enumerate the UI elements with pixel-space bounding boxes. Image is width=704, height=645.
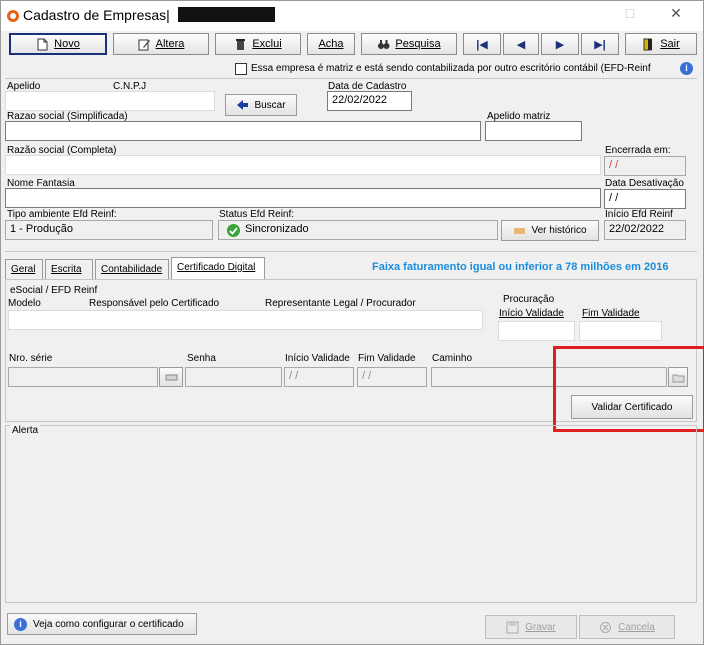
nro-serie-label: Nro. série: [9, 353, 53, 364]
pesquisa-button[interactable]: Pesquisa: [361, 33, 457, 55]
data-cadastro-field[interactable]: 22/02/2022: [327, 91, 412, 111]
buscar-button[interactable]: Buscar: [225, 94, 297, 116]
modelo-responsavel-field[interactable]: [8, 310, 483, 330]
encerrada-label: Encerrada em:: [605, 145, 671, 156]
close-button[interactable]: ✕: [661, 5, 691, 22]
razao-completa-field[interactable]: [5, 155, 601, 175]
encerrada-field: / /: [604, 156, 686, 176]
status-efd-field: Sincronizado: [218, 220, 498, 240]
responsavel-label: Responsável pelo Certificado: [89, 298, 220, 309]
tipo-ambiente-field: 1 - Produção: [5, 220, 213, 240]
edit-icon: [138, 39, 150, 50]
esocial-label: eSocial / EFD Reinf: [10, 285, 98, 296]
status-efd-value: Sincronizado: [245, 223, 309, 235]
altera-button[interactable]: Altera: [113, 33, 209, 55]
red-highlight-box: [553, 346, 704, 432]
data-desativacao-label: Data Desativação: [605, 178, 684, 189]
binoculars-icon: [378, 39, 390, 49]
divider: [5, 78, 697, 79]
tipo-ambiente-label: Tipo ambiente Efd Reinf:: [7, 209, 117, 220]
nro-serie-field: [8, 367, 158, 387]
procuracao-inicio-label: Início Validade: [499, 308, 564, 319]
window-title: Cadastro de Empresas|: [23, 7, 170, 23]
alerta-box: [5, 425, 697, 603]
apelido-cnpj-field[interactable]: [5, 91, 215, 111]
caminho-label: Caminho: [432, 353, 473, 364]
prev-record-button[interactable]: ◀: [503, 33, 539, 55]
inicio-validade-label: Início Validade: [285, 353, 350, 364]
faixa-faturamento-text: Faixa faturamento igual ou inferior a 78…: [372, 261, 669, 273]
divider: [5, 251, 697, 252]
procuracao-fim-label: Fim Validade: [582, 308, 640, 319]
procuracao-fim-field[interactable]: [579, 321, 662, 341]
title-bar: Cadastro de Empresas| □ ✕: [1, 1, 703, 31]
fim-validade-field: / /: [357, 367, 427, 387]
next-record-button[interactable]: ▶: [541, 33, 579, 55]
apelido-matriz-field[interactable]: [485, 121, 582, 141]
nome-fantasia-field[interactable]: [5, 188, 601, 208]
status-efd-label: Status Efd Reinf:: [219, 209, 295, 220]
data-desativacao-field[interactable]: / /: [604, 189, 686, 209]
gravar-button[interactable]: Gravar: [485, 615, 577, 639]
veja-como-configurar-button[interactable]: i Veja como configurar o certificado: [7, 613, 197, 635]
info-icon[interactable]: i: [680, 62, 693, 75]
redacted-company-name: [178, 7, 275, 22]
matriz-checkbox[interactable]: [235, 63, 247, 75]
inicio-efd-field: 22/02/2022: [604, 220, 686, 240]
procuracao-inicio-field[interactable]: [498, 321, 575, 341]
fim-validade-label: Fim Validade: [358, 353, 416, 364]
search-arrow-icon: [237, 99, 249, 110]
info-icon: i: [14, 617, 27, 631]
tab-contabilidade[interactable]: Contabilidade: [95, 259, 169, 279]
cancel-icon: [600, 621, 612, 633]
toolbar: Novo Altera Exclui Acha Pesquisa |◀ ◀ ▶ …: [5, 31, 701, 57]
history-folder-icon: [514, 228, 526, 234]
razao-simplificada-field[interactable]: [5, 121, 481, 141]
tab-geral[interactable]: Geral: [5, 259, 43, 279]
modelo-label: Modelo: [8, 298, 41, 309]
senha-field: [185, 367, 282, 387]
procuracao-label: Procuração: [503, 294, 555, 305]
cancela-button[interactable]: Cancela: [579, 615, 675, 639]
inicio-efd-label: Início Efd Reinf: [605, 209, 673, 220]
exclui-button[interactable]: Exclui: [215, 33, 301, 55]
representante-label: Representante Legal / Procurador: [265, 298, 416, 309]
acha-button[interactable]: Acha: [307, 33, 355, 55]
first-record-button[interactable]: |◀: [463, 33, 501, 55]
novo-button[interactable]: Novo: [9, 33, 107, 55]
senha-label: Senha: [187, 353, 216, 364]
new-document-icon: [37, 38, 48, 50]
sair-button[interactable]: Sair: [625, 33, 697, 55]
last-record-button[interactable]: ▶|: [581, 33, 619, 55]
select-certificate-button[interactable]: [159, 367, 183, 387]
exit-door-icon: [643, 38, 653, 50]
cadastro-empresas-window: Cadastro de Empresas| □ ✕ Novo Altera Ex…: [0, 0, 704, 645]
alerta-label: Alerta: [10, 425, 41, 436]
check-circle-icon: [227, 224, 240, 237]
minimize-button[interactable]: □: [615, 5, 645, 21]
inicio-validade-field: / /: [284, 367, 354, 387]
ver-historico-button[interactable]: Ver histórico: [501, 220, 599, 241]
app-logo-icon: [7, 10, 19, 22]
certificate-card-icon: [165, 374, 177, 380]
save-disk-icon: [506, 621, 519, 633]
trash-icon: [236, 38, 246, 50]
matriz-checkbox-label: Essa empresa é matriz e está sendo conta…: [251, 63, 651, 74]
tab-escrita[interactable]: Escrita: [45, 259, 93, 279]
tab-certificado-digital[interactable]: Certificado Digital: [171, 257, 265, 280]
